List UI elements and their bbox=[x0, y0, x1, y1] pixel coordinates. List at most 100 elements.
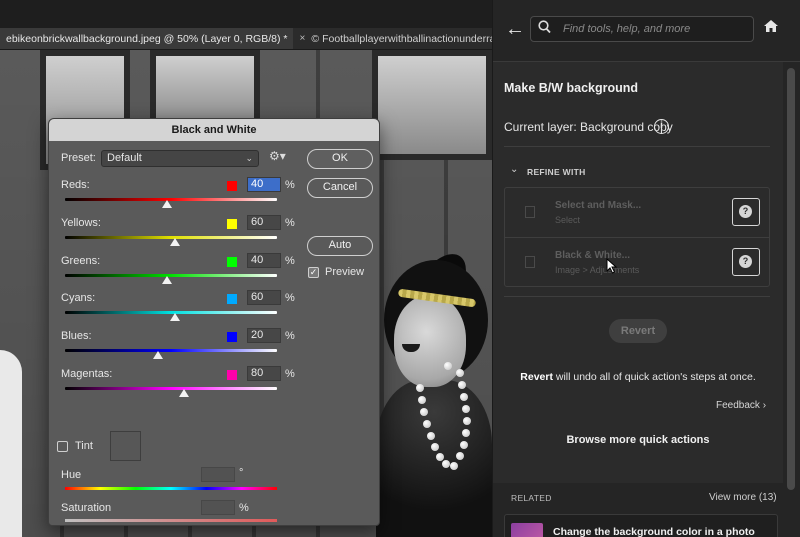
ok-button[interactable]: OK bbox=[307, 149, 373, 169]
chevron-down-icon: ⌄ bbox=[245, 153, 253, 163]
search-placeholder: Find tools, help, and more bbox=[563, 23, 691, 35]
slider-value-input[interactable]: 80 bbox=[247, 366, 281, 381]
slider-label: Blues: bbox=[61, 330, 92, 342]
slider-thumb[interactable] bbox=[178, 389, 189, 397]
pearl bbox=[463, 417, 471, 425]
tint-checkbox[interactable] bbox=[57, 441, 68, 452]
gear-icon[interactable]: ⚙▾ bbox=[269, 149, 286, 163]
background-window bbox=[372, 50, 492, 160]
pearl bbox=[427, 432, 435, 440]
step-select-and-mask[interactable]: Select and Mask... Select ? bbox=[505, 188, 769, 237]
step-subtitle: Image > Adjustments bbox=[555, 265, 640, 275]
slider-thumb[interactable] bbox=[170, 313, 181, 321]
search-input[interactable]: Find tools, help, and more bbox=[530, 16, 754, 42]
woman-body bbox=[376, 380, 492, 537]
scrollbar-thumb[interactable] bbox=[787, 68, 795, 490]
pearl bbox=[444, 362, 452, 370]
color-swatch bbox=[227, 219, 237, 229]
chevron-right-icon: › bbox=[762, 400, 767, 411]
slider-label: Reds: bbox=[61, 179, 90, 191]
percent-unit: % bbox=[285, 368, 295, 380]
step-subtitle: Select bbox=[555, 215, 581, 225]
help-button[interactable]: ? bbox=[732, 198, 760, 226]
pearl bbox=[462, 429, 470, 437]
slider-track[interactable] bbox=[65, 387, 277, 390]
pearl bbox=[416, 384, 424, 392]
search-icon bbox=[538, 20, 551, 37]
photoshop-window: ebikeonbrickwallbackground.jpeg @ 50% (L… bbox=[0, 0, 800, 537]
pearl bbox=[456, 369, 464, 377]
slider-row: Blues: 20% bbox=[49, 328, 299, 368]
divider bbox=[504, 296, 770, 297]
slider-value-input[interactable]: 60 bbox=[247, 290, 281, 305]
document-tab-second[interactable]: × © Footballplayerwithballinactionunderr… bbox=[293, 28, 492, 49]
question-icon: ? bbox=[739, 255, 752, 268]
slider-row: Reds: 40% bbox=[49, 177, 299, 217]
close-icon[interactable]: × bbox=[299, 33, 305, 44]
view-more-link[interactable]: View more (13) bbox=[709, 492, 777, 503]
preset-value: Default bbox=[107, 152, 142, 164]
document-tab-active[interactable]: ebikeonbrickwallbackground.jpeg @ 50% (L… bbox=[0, 28, 294, 49]
percent-unit: % bbox=[285, 292, 295, 304]
hue-input[interactable] bbox=[201, 467, 235, 482]
step-icon bbox=[525, 206, 535, 218]
slider-thumb[interactable] bbox=[161, 200, 172, 208]
dialog-title: Black and White bbox=[49, 119, 379, 141]
slider-thumb[interactable] bbox=[153, 351, 164, 359]
saturation-slider-track[interactable] bbox=[65, 519, 277, 522]
back-arrow-icon[interactable]: ← bbox=[505, 18, 525, 41]
color-swatch bbox=[227, 370, 237, 380]
slider-track[interactable] bbox=[65, 349, 277, 352]
pearl bbox=[442, 460, 450, 468]
pearl bbox=[458, 381, 466, 389]
person-arm-left bbox=[0, 350, 22, 537]
slider-value-input[interactable]: 40 bbox=[247, 177, 281, 192]
slider-value-input[interactable]: 40 bbox=[247, 253, 281, 268]
step-black-and-white[interactable]: Black & White... Image > Adjustments ? bbox=[505, 237, 769, 286]
revert-button[interactable]: Revert bbox=[609, 319, 667, 343]
refine-with-header[interactable]: REFINE WITH bbox=[527, 167, 586, 177]
percent-unit: % bbox=[285, 179, 295, 191]
hue-label: Hue bbox=[61, 469, 82, 481]
preview-checkbox[interactable]: ✓ bbox=[308, 267, 319, 278]
slider-label: Cyans: bbox=[61, 292, 96, 304]
tint-label: Tint bbox=[75, 440, 93, 452]
home-icon[interactable] bbox=[763, 19, 779, 33]
feedback-link[interactable]: Feedback › bbox=[716, 400, 766, 411]
preset-select[interactable]: Default ⌄ bbox=[101, 150, 259, 167]
saturation-input[interactable] bbox=[201, 500, 235, 515]
discover-panel: ← Find tools, help, and more Make B/W ba… bbox=[492, 0, 800, 537]
help-button[interactable]: ? bbox=[732, 248, 760, 276]
color-swatch bbox=[227, 257, 237, 267]
slider-value-input[interactable]: 20 bbox=[247, 328, 281, 343]
pearl bbox=[431, 443, 439, 451]
pearl bbox=[420, 408, 428, 416]
percent-unit: % bbox=[285, 255, 295, 267]
document-tab-label: ebikeonbrickwallbackground.jpeg @ 50% (L… bbox=[6, 32, 288, 45]
step-title: Black & White... bbox=[555, 250, 631, 261]
refine-steps: Select and Mask... Select ? Black & Whit… bbox=[504, 187, 770, 287]
hue-slider-track[interactable] bbox=[65, 487, 277, 490]
browse-more-link[interactable]: Browse more quick actions bbox=[493, 434, 783, 446]
pearl bbox=[450, 462, 458, 470]
slider-row: Cyans: 60% bbox=[49, 290, 299, 330]
chevron-down-icon[interactable]: ⌄ bbox=[510, 164, 518, 175]
auto-button[interactable]: Auto bbox=[307, 236, 373, 256]
slider-value-input[interactable]: 60 bbox=[247, 215, 281, 230]
hue-unit: ° bbox=[239, 467, 244, 479]
slider-row: Yellows: 60% bbox=[49, 215, 299, 255]
pearl bbox=[462, 405, 470, 413]
question-icon: ? bbox=[739, 205, 752, 218]
cancel-button[interactable]: Cancel bbox=[307, 178, 373, 198]
pearl bbox=[460, 441, 468, 449]
slider-label: Magentas: bbox=[61, 368, 113, 380]
related-item-card[interactable]: Change the background color in a photo bbox=[504, 514, 778, 537]
tint-color-swatch[interactable] bbox=[110, 431, 141, 461]
slider-thumb[interactable] bbox=[170, 238, 181, 246]
copyright-icon: © bbox=[311, 32, 320, 45]
slider-thumb[interactable] bbox=[161, 276, 172, 284]
pearl bbox=[423, 420, 431, 428]
slider-row: Magentas: 80% bbox=[49, 366, 299, 406]
panel-scrollbar[interactable] bbox=[783, 62, 800, 537]
info-icon[interactable]: i bbox=[654, 119, 669, 134]
